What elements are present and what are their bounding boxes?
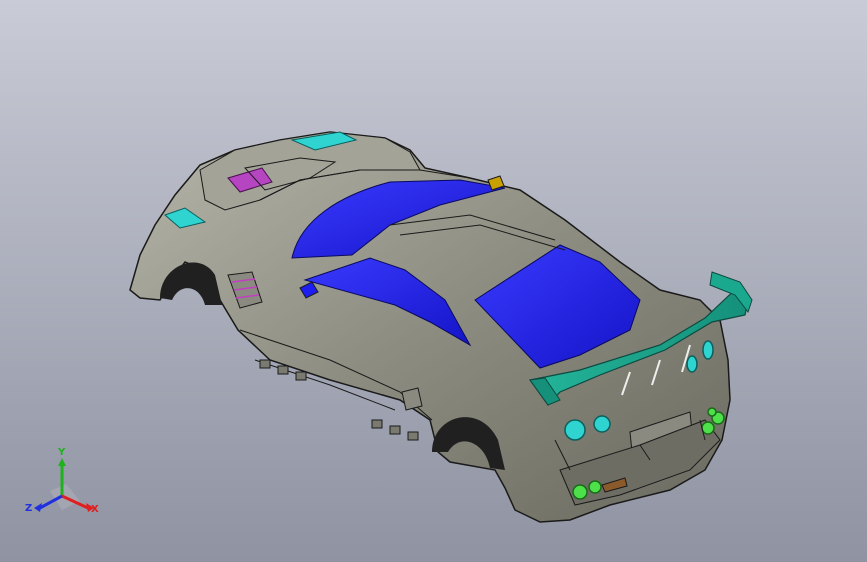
car-body-model[interactable] <box>0 0 867 562</box>
taillight-1 <box>564 419 586 441</box>
triad-z-label: Z <box>25 503 33 514</box>
triad-graphic <box>34 458 94 512</box>
taillight-4 <box>702 340 714 360</box>
coordinate-triad[interactable]: Y X Z <box>22 446 102 526</box>
taillight-2 <box>593 415 611 433</box>
taillight-3 <box>686 355 698 373</box>
triad-y-label: Y <box>58 447 66 458</box>
triad-x-label: X <box>91 504 99 515</box>
graphics-viewport[interactable]: Y X Z <box>0 0 867 562</box>
door-handle <box>401 387 423 411</box>
